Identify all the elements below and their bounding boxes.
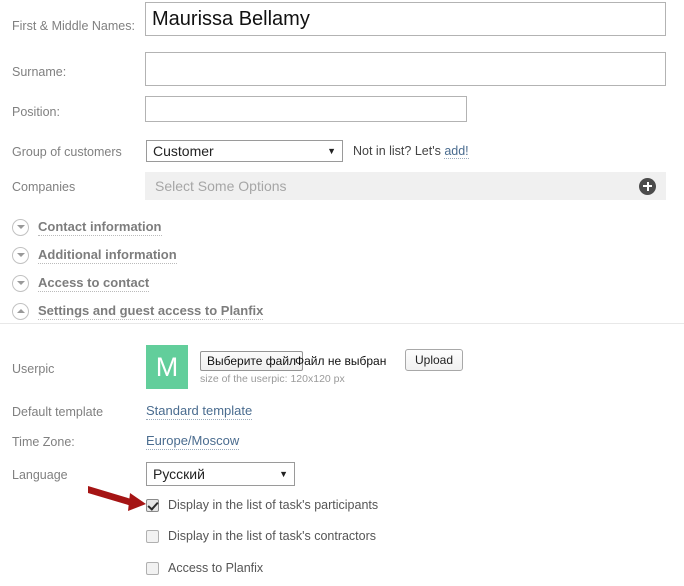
group-of-customers-select[interactable]: Customer ▼	[146, 140, 343, 162]
default-template-label: Default template	[12, 405, 104, 419]
form-row-default-template: Default template Standard template	[0, 403, 684, 421]
contact-settings-form: First & Middle Names: Surname: Position:…	[0, 0, 684, 586]
checkbox-label-display-participants: Display in the list of task's participan…	[168, 498, 379, 512]
add-customer-group-link[interactable]: add!	[444, 144, 469, 159]
userpic-label: Userpic	[12, 362, 55, 376]
userpic-size-hint: size of the userpic: 120x120 px	[200, 373, 345, 385]
language-value: Русский	[153, 466, 205, 482]
default-template-link[interactable]: Standard template	[146, 403, 253, 420]
checkbox-row-access-to-planfix[interactable]: Access to Planfix	[146, 560, 263, 576]
group-of-customers-label: Group of customers	[12, 145, 122, 159]
chevron-down-icon: ▼	[279, 468, 288, 479]
chevron-up-icon	[12, 302, 29, 320]
first-middle-names-input[interactable]	[145, 2, 666, 36]
checkbox-label-display-contractors: Display in the list of task's contractor…	[168, 529, 377, 543]
position-label: Position:	[12, 105, 60, 119]
form-row-time-zone: Time Zone: Europe/Moscow	[0, 433, 684, 451]
companies-placeholder: Select Some Options	[155, 178, 287, 194]
checkbox-row-display-participants[interactable]: Display in the list of task's participan…	[146, 497, 378, 513]
section-label-settings-and-guest-access: Settings and guest access to Planfix	[38, 302, 264, 320]
form-row-userpic: Userpic M Выберите файл Файл не выбран U…	[0, 345, 684, 391]
section-label-access-to-contact: Access to contact	[38, 274, 150, 292]
file-status-text: Файл не выбран	[295, 354, 387, 368]
checkbox-access-to-planfix[interactable]	[146, 561, 159, 575]
section-divider	[0, 323, 684, 324]
language-label: Language	[12, 468, 68, 482]
section-toggle-settings-and-guest-access[interactable]: Settings and guest access to Planfix	[12, 302, 264, 320]
section-label-additional-information: Additional information	[38, 246, 177, 264]
form-row-first-middle-names: First & Middle Names:	[0, 2, 684, 36]
choose-file-button[interactable]: Выберите файл	[200, 351, 304, 371]
section-toggle-additional-information[interactable]: Additional information	[12, 246, 177, 264]
form-row-companies: Companies Select Some Options	[0, 172, 684, 200]
checkbox-label-access-to-planfix: Access to Planfix	[168, 561, 264, 575]
form-row-surname: Surname:	[0, 52, 684, 86]
section-toggle-access-to-contact[interactable]: Access to contact	[12, 274, 150, 292]
chevron-down-icon	[12, 274, 29, 292]
position-input[interactable]	[145, 96, 467, 122]
chevron-down-icon	[12, 218, 29, 236]
checkbox-display-contractors[interactable]	[146, 529, 159, 543]
form-row-group-of-customers: Group of customers Customer ▼ Not in lis…	[0, 140, 684, 162]
not-in-list-hint: Not in list? Let's add!	[353, 144, 469, 159]
not-in-list-text: Not in list? Let's	[353, 144, 441, 158]
time-zone-link[interactable]: Europe/Moscow	[146, 433, 240, 450]
checkbox-display-participants[interactable]	[146, 498, 159, 512]
chevron-down-icon: ▼	[327, 145, 336, 156]
checkbox-row-display-contractors[interactable]: Display in the list of task's contractor…	[146, 528, 376, 544]
form-row-language: Language Русский ▼	[0, 462, 684, 486]
section-label-contact-information: Contact information	[38, 218, 162, 236]
companies-multiselect[interactable]: Select Some Options	[145, 172, 666, 200]
language-select[interactable]: Русский ▼	[146, 462, 295, 486]
surname-input[interactable]	[145, 52, 666, 86]
time-zone-label: Time Zone:	[12, 435, 75, 449]
companies-label: Companies	[12, 180, 76, 194]
upload-button[interactable]: Upload	[405, 349, 464, 371]
form-row-position: Position:	[0, 96, 684, 122]
surname-label: Surname:	[12, 65, 67, 79]
avatar: M	[146, 345, 188, 389]
chevron-down-icon	[12, 246, 29, 264]
first-middle-names-label: First & Middle Names:	[12, 19, 135, 33]
plus-circle-icon[interactable]	[639, 177, 656, 195]
section-toggle-contact-information[interactable]: Contact information	[12, 218, 162, 236]
group-of-customers-value: Customer	[153, 143, 214, 159]
